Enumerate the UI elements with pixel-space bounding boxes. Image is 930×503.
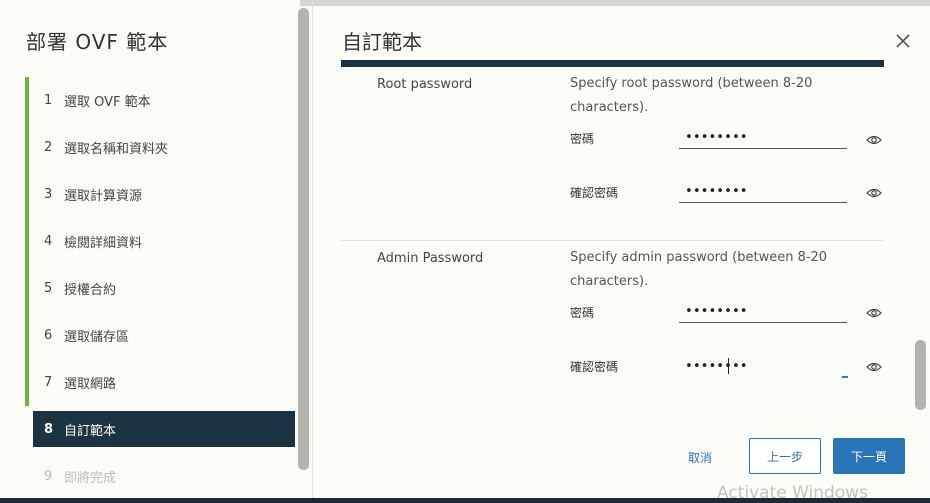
wizard-step-6[interactable]: 6 選取儲存區: [25, 312, 295, 359]
step-number: 2: [44, 140, 53, 155]
step-complete-bar: [25, 312, 29, 359]
admin-confirm-field-label: 確認密碼: [570, 360, 619, 374]
wizard-step-1[interactable]: 1 選取 OVF 範本: [25, 77, 295, 124]
back-button[interactable]: 上一步: [749, 438, 821, 474]
admin-password-input[interactable]: [679, 301, 847, 323]
root-confirm-field-label: 確認密碼: [570, 186, 619, 200]
root-password-input[interactable]: [679, 127, 847, 149]
template-properties: Root password Specify root password (bet…: [341, 67, 884, 412]
focus-indicator: [842, 376, 848, 378]
wizard-step-3[interactable]: 3 選取計算資源: [25, 171, 295, 218]
wizard-step-8[interactable]: 8 自訂範本: [33, 411, 295, 447]
step-complete-bar: [25, 218, 29, 265]
step-label: 授權合約: [64, 283, 117, 298]
step-complete-bar: [25, 359, 29, 406]
wizard-sidebar: 部署 OVF 範本 1 選取 OVF 範本 2 選取名稱和資料夾 3 選取計算資…: [0, 0, 300, 498]
section-header-bar: [341, 60, 884, 67]
section-divider: [341, 240, 884, 241]
step-complete-bar: [25, 171, 29, 218]
admin-confirm-password-input[interactable]: [679, 355, 847, 377]
activate-windows-watermark: Activate Windows: [717, 483, 868, 503]
step-number: 5: [44, 281, 53, 296]
step-complete-bar: [25, 265, 29, 312]
step-number: 4: [44, 234, 53, 249]
next-button[interactable]: 下一頁: [833, 438, 905, 474]
text-cursor: [728, 358, 729, 374]
step-number: 9: [44, 469, 53, 484]
content-scrollbar[interactable]: [914, 62, 928, 412]
step-label: 自訂範本: [64, 423, 117, 439]
step-label: 即將完成: [64, 471, 117, 486]
step-number: 7: [44, 375, 53, 390]
step-label: 檢閱詳細資料: [64, 236, 143, 251]
wizard-step-9: 9 即將完成: [25, 453, 295, 500]
admin-password-label: Admin Password: [377, 251, 484, 266]
step-number: 3: [44, 187, 53, 202]
eye-icon[interactable]: [866, 361, 882, 373]
cancel-button[interactable]: 取消: [672, 442, 728, 472]
step-label: 選取名稱和資料夾: [64, 142, 169, 157]
panel-divider: [312, 0, 313, 498]
step-number: 8: [44, 421, 54, 437]
step-label: 選取網路: [64, 377, 117, 392]
sidebar-scrollbar[interactable]: [298, 8, 309, 470]
step-number: 1: [44, 93, 53, 108]
wizard-step-4[interactable]: 4 檢閱詳細資料: [25, 218, 295, 265]
close-icon[interactable]: [893, 31, 913, 51]
step-label: 選取 OVF 範本: [64, 95, 151, 110]
scrollbar-thumb[interactable]: [915, 340, 926, 410]
step-complete-bar: [25, 77, 29, 124]
step-label: 選取儲存區: [64, 330, 130, 345]
wizard-step-5[interactable]: 5 授權合約: [25, 265, 295, 312]
wizard-title: 部署 OVF 範本: [26, 30, 169, 54]
step-label: 選取計算資源: [64, 189, 143, 204]
eye-icon[interactable]: [866, 187, 882, 199]
admin-password-field-label: 密碼: [570, 306, 595, 320]
root-password-description: Specify root password (between 8-20 char…: [570, 76, 813, 115]
wizard-step-2[interactable]: 2 選取名稱和資料夾: [25, 124, 295, 171]
root-password-label: Root password: [377, 77, 473, 92]
deploy-ovf-dialog: 部署 OVF 範本 1 選取 OVF 範本 2 選取名稱和資料夾 3 選取計算資…: [0, 0, 930, 503]
root-confirm-password-input[interactable]: [679, 181, 847, 203]
page-title: 自訂範本: [342, 30, 422, 54]
step-number: 6: [44, 328, 53, 343]
wizard-step-7[interactable]: 7 選取網路: [25, 359, 295, 406]
eye-icon[interactable]: [866, 134, 882, 146]
top-edge: [300, 0, 930, 6]
root-password-field-label: 密碼: [570, 132, 595, 146]
step-complete-bar: [25, 124, 29, 171]
wizard-steps: 1 選取 OVF 範本 2 選取名稱和資料夾 3 選取計算資源 4 檢閱詳細資料…: [25, 77, 295, 500]
eye-icon[interactable]: [866, 307, 882, 319]
admin-password-description: Specify admin password (between 8-20 cha…: [570, 250, 828, 289]
